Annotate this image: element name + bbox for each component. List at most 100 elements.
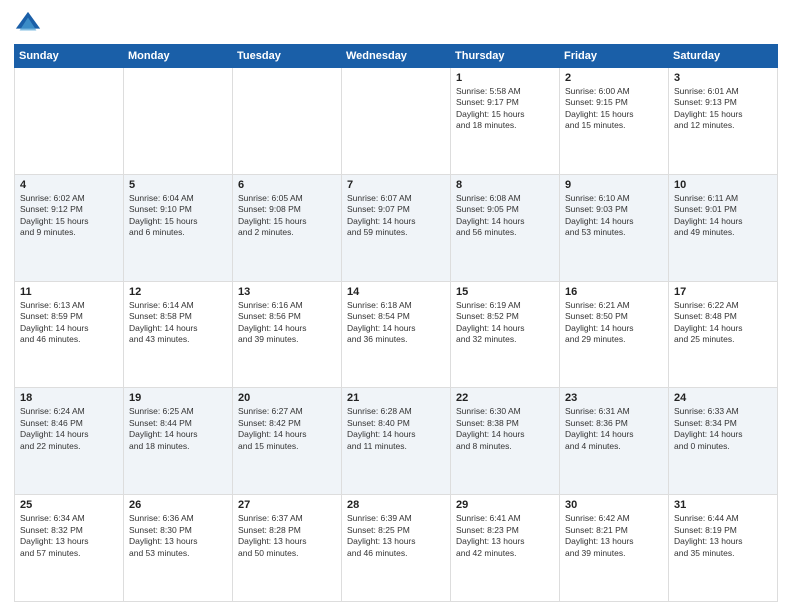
calendar-table: SundayMondayTuesdayWednesdayThursdayFrid… <box>14 44 778 602</box>
day-number: 2 <box>565 72 663 84</box>
calendar-cell: 10 Sunrise: 6:11 AM Sunset: 9:01 PM Dayli… <box>669 174 778 281</box>
day-info: Sunrise: 6:08 AM Sunset: 9:05 PM Dayligh… <box>456 193 554 239</box>
calendar-day-header: Tuesday <box>233 45 342 68</box>
day-info: Sunrise: 6:37 AM Sunset: 8:28 PM Dayligh… <box>238 513 336 559</box>
day-number: 13 <box>238 286 336 298</box>
calendar-cell: 31 Sunrise: 6:44 AM Sunset: 8:19 PM Dayli… <box>669 495 778 602</box>
calendar-day-header: Friday <box>560 45 669 68</box>
day-info: Sunrise: 6:04 AM Sunset: 9:10 PM Dayligh… <box>129 193 227 239</box>
calendar-cell: 5 Sunrise: 6:04 AM Sunset: 9:10 PM Daylig… <box>124 174 233 281</box>
day-number: 10 <box>674 179 772 191</box>
day-number: 4 <box>20 179 118 191</box>
day-number: 7 <box>347 179 445 191</box>
calendar-week-row: 25 Sunrise: 6:34 AM Sunset: 8:32 PM Dayli… <box>15 495 778 602</box>
calendar-cell: 6Sunrise: 6:05 AM Sunset: 9:08 PM Daylig… <box>233 174 342 281</box>
day-info: Sunrise: 6:36 AM Sunset: 8:30 PM Dayligh… <box>129 513 227 559</box>
day-info: Sunrise: 6:34 AM Sunset: 8:32 PM Dayligh… <box>20 513 118 559</box>
calendar-cell: 14 Sunrise: 6:18 AM Sunset: 8:54 PM Dayli… <box>342 281 451 388</box>
calendar-cell: 1 Sunrise: 5:58 AM Sunset: 9:17 PM Daylig… <box>451 68 560 175</box>
day-number: 30 <box>565 499 663 511</box>
calendar-day-header: Monday <box>124 45 233 68</box>
day-info: Sunrise: 6:11 AM Sunset: 9:01 PM Dayligh… <box>674 193 772 239</box>
calendar-cell: 29Sunrise: 6:41 AM Sunset: 8:23 PM Dayli… <box>451 495 560 602</box>
day-info: Sunrise: 6:39 AM Sunset: 8:25 PM Dayligh… <box>347 513 445 559</box>
calendar-cell: 23 Sunrise: 6:31 AM Sunset: 8:36 PM Dayli… <box>560 388 669 495</box>
page: SundayMondayTuesdayWednesdayThursdayFrid… <box>0 0 792 612</box>
day-info: Sunrise: 6:22 AM Sunset: 8:48 PM Dayligh… <box>674 300 772 346</box>
day-info: Sunrise: 6:30 AM Sunset: 8:38 PM Dayligh… <box>456 406 554 452</box>
day-info: Sunrise: 6:42 AM Sunset: 8:21 PM Dayligh… <box>565 513 663 559</box>
header <box>14 10 778 38</box>
calendar-cell <box>233 68 342 175</box>
calendar-cell: 25 Sunrise: 6:34 AM Sunset: 8:32 PM Dayli… <box>15 495 124 602</box>
calendar-cell: 30 Sunrise: 6:42 AM Sunset: 8:21 PM Dayli… <box>560 495 669 602</box>
day-info: Sunrise: 6:05 AM Sunset: 9:08 PM Dayligh… <box>238 193 336 239</box>
calendar-cell: 2 Sunrise: 6:00 AM Sunset: 9:15 PM Daylig… <box>560 68 669 175</box>
day-info: Sunrise: 6:10 AM Sunset: 9:03 PM Dayligh… <box>565 193 663 239</box>
calendar-cell <box>124 68 233 175</box>
day-info: Sunrise: 6:21 AM Sunset: 8:50 PM Dayligh… <box>565 300 663 346</box>
day-info: Sunrise: 6:00 AM Sunset: 9:15 PM Dayligh… <box>565 86 663 132</box>
day-info: Sunrise: 6:41 AM Sunset: 8:23 PM Dayligh… <box>456 513 554 559</box>
day-info: Sunrise: 6:13 AM Sunset: 8:59 PM Dayligh… <box>20 300 118 346</box>
calendar-week-row: 18Sunrise: 6:24 AM Sunset: 8:46 PM Dayli… <box>15 388 778 495</box>
day-info: Sunrise: 6:02 AM Sunset: 9:12 PM Dayligh… <box>20 193 118 239</box>
calendar-cell: 11 Sunrise: 6:13 AM Sunset: 8:59 PM Dayli… <box>15 281 124 388</box>
day-info: Sunrise: 6:16 AM Sunset: 8:56 PM Dayligh… <box>238 300 336 346</box>
day-number: 25 <box>20 499 118 511</box>
calendar-cell <box>342 68 451 175</box>
day-number: 1 <box>456 72 554 84</box>
day-number: 21 <box>347 392 445 404</box>
day-number: 5 <box>129 179 227 191</box>
calendar-day-header: Thursday <box>451 45 560 68</box>
calendar-cell: 19Sunrise: 6:25 AM Sunset: 8:44 PM Dayli… <box>124 388 233 495</box>
day-info: Sunrise: 6:44 AM Sunset: 8:19 PM Dayligh… <box>674 513 772 559</box>
day-number: 16 <box>565 286 663 298</box>
calendar-cell <box>15 68 124 175</box>
calendar-cell: 16 Sunrise: 6:21 AM Sunset: 8:50 PM Dayli… <box>560 281 669 388</box>
calendar-cell: 7 Sunrise: 6:07 AM Sunset: 9:07 PM Daylig… <box>342 174 451 281</box>
day-number: 9 <box>565 179 663 191</box>
day-info: Sunrise: 6:31 AM Sunset: 8:36 PM Dayligh… <box>565 406 663 452</box>
calendar-header-row: SundayMondayTuesdayWednesdayThursdayFrid… <box>15 45 778 68</box>
calendar-cell: 27Sunrise: 6:37 AM Sunset: 8:28 PM Dayli… <box>233 495 342 602</box>
day-number: 28 <box>347 499 445 511</box>
calendar-cell: 12 Sunrise: 6:14 AM Sunset: 8:58 PM Dayli… <box>124 281 233 388</box>
day-number: 11 <box>20 286 118 298</box>
calendar-week-row: 1 Sunrise: 5:58 AM Sunset: 9:17 PM Daylig… <box>15 68 778 175</box>
day-info: Sunrise: 5:58 AM Sunset: 9:17 PM Dayligh… <box>456 86 554 132</box>
calendar-week-row: 4 Sunrise: 6:02 AM Sunset: 9:12 PM Daylig… <box>15 174 778 281</box>
calendar-cell: 4 Sunrise: 6:02 AM Sunset: 9:12 PM Daylig… <box>15 174 124 281</box>
calendar-cell: 9 Sunrise: 6:10 AM Sunset: 9:03 PM Daylig… <box>560 174 669 281</box>
day-number: 24 <box>674 392 772 404</box>
day-number: 17 <box>674 286 772 298</box>
day-info: Sunrise: 6:24 AM Sunset: 8:46 PM Dayligh… <box>20 406 118 452</box>
calendar-cell: 20Sunrise: 6:27 AM Sunset: 8:42 PM Dayli… <box>233 388 342 495</box>
day-info: Sunrise: 6:27 AM Sunset: 8:42 PM Dayligh… <box>238 406 336 452</box>
logo <box>14 10 46 38</box>
day-info: Sunrise: 6:19 AM Sunset: 8:52 PM Dayligh… <box>456 300 554 346</box>
day-info: Sunrise: 6:14 AM Sunset: 8:58 PM Dayligh… <box>129 300 227 346</box>
calendar-cell: 24 Sunrise: 6:33 AM Sunset: 8:34 PM Dayli… <box>669 388 778 495</box>
calendar-day-header: Wednesday <box>342 45 451 68</box>
calendar-cell: 3Sunrise: 6:01 AM Sunset: 9:13 PM Daylig… <box>669 68 778 175</box>
day-number: 15 <box>456 286 554 298</box>
day-number: 14 <box>347 286 445 298</box>
day-number: 31 <box>674 499 772 511</box>
day-number: 8 <box>456 179 554 191</box>
day-number: 19 <box>129 392 227 404</box>
calendar-cell: 17 Sunrise: 6:22 AM Sunset: 8:48 PM Dayli… <box>669 281 778 388</box>
calendar-cell: 26 Sunrise: 6:36 AM Sunset: 8:30 PM Dayli… <box>124 495 233 602</box>
day-number: 26 <box>129 499 227 511</box>
day-number: 23 <box>565 392 663 404</box>
calendar-cell: 15 Sunrise: 6:19 AM Sunset: 8:52 PM Dayli… <box>451 281 560 388</box>
day-info: Sunrise: 6:33 AM Sunset: 8:34 PM Dayligh… <box>674 406 772 452</box>
logo-icon <box>14 10 42 38</box>
day-info: Sunrise: 6:01 AM Sunset: 9:13 PM Dayligh… <box>674 86 772 132</box>
day-info: Sunrise: 6:28 AM Sunset: 8:40 PM Dayligh… <box>347 406 445 452</box>
day-number: 12 <box>129 286 227 298</box>
day-info: Sunrise: 6:07 AM Sunset: 9:07 PM Dayligh… <box>347 193 445 239</box>
calendar-day-header: Sunday <box>15 45 124 68</box>
day-info: Sunrise: 6:18 AM Sunset: 8:54 PM Dayligh… <box>347 300 445 346</box>
day-number: 22 <box>456 392 554 404</box>
